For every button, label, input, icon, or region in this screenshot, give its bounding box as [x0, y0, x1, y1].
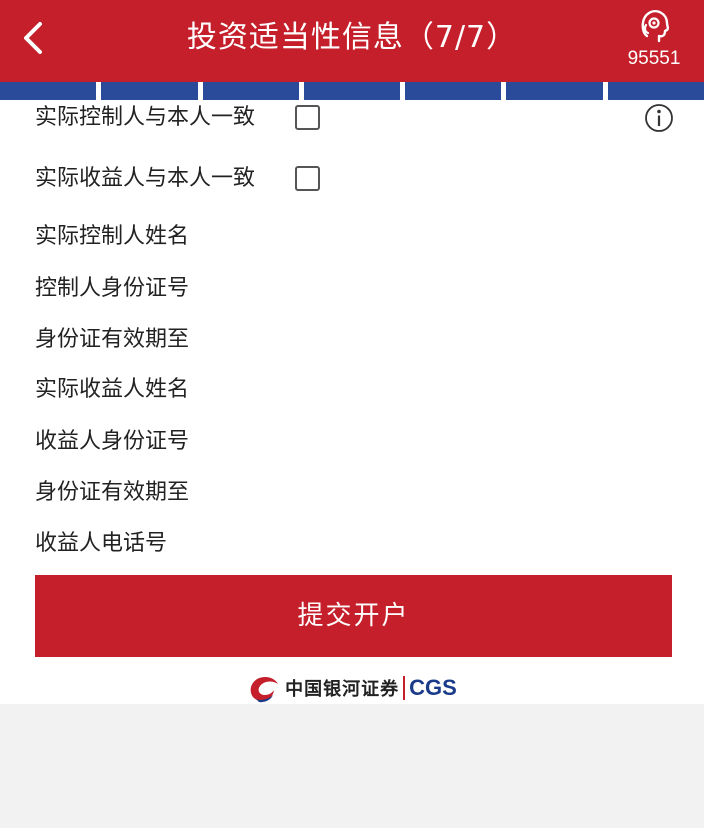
controller-id-expiry-field[interactable]: 身份证有效期至 — [35, 325, 189, 355]
beneficiary-id-field[interactable]: 收益人身份证号 — [35, 427, 189, 457]
progress-step — [303, 82, 401, 100]
brand-logo-icon — [250, 677, 279, 703]
hotline-button[interactable]: 95551 — [622, 6, 686, 76]
submit-button[interactable]: 提交开户 — [35, 575, 672, 657]
controller-id-field[interactable]: 控制人身份证号 — [35, 274, 189, 304]
progress-step — [607, 82, 704, 100]
hotline-number: 95551 — [627, 48, 681, 69]
progress-step — [0, 82, 97, 100]
header-bar: 投资适当性信息（7/7） 95551 — [0, 0, 704, 82]
progress-bar — [0, 82, 704, 100]
beneficiary-phone-field[interactable]: 收益人电话号 — [35, 529, 167, 559]
controller-same-checkbox[interactable] — [295, 105, 320, 130]
progress-step — [101, 82, 198, 100]
beneficiary-same-label: 实际收益人与本人一致 — [35, 166, 256, 191]
controller-name-field[interactable]: 实际控制人姓名 — [35, 222, 189, 252]
progress-step — [506, 82, 603, 100]
customer-service-icon — [641, 9, 670, 43]
brand-name-cn: 中国银河证券 — [285, 679, 400, 700]
info-button[interactable] — [644, 103, 674, 133]
brand-footer: 中国银河证券 CGS — [0, 672, 704, 704]
info-icon — [645, 104, 673, 132]
beneficiary-id-expiry-field[interactable]: 身份证有效期至 — [35, 478, 189, 508]
brand-divider — [403, 676, 406, 700]
brand-name-en: CGS — [409, 675, 457, 700]
controller-same-label: 实际控制人与本人一致 — [35, 105, 256, 130]
beneficiary-name-field[interactable]: 实际收益人姓名 — [35, 375, 189, 405]
progress-step — [202, 82, 299, 100]
page-title: 投资适当性信息（7/7） — [186, 20, 518, 55]
progress-step — [405, 82, 502, 100]
beneficiary-same-checkbox[interactable] — [295, 166, 320, 191]
form-content: 实际控制人与本人一致 实际收益人与本人一致 实际控制人姓名 控制人身份证号 身份… — [0, 100, 704, 704]
